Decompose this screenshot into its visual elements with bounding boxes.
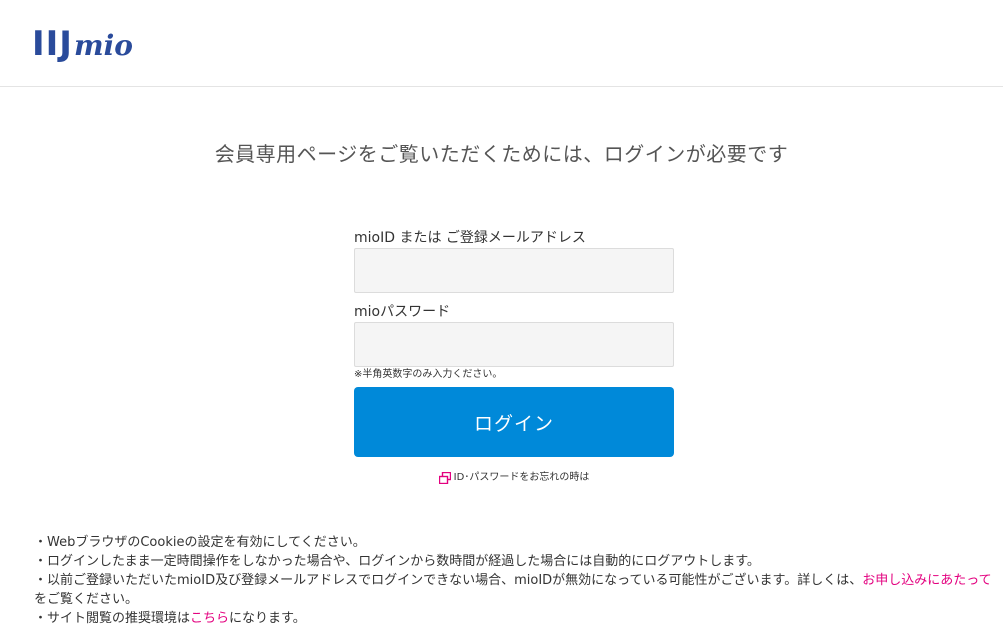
new-window-icon <box>438 472 451 484</box>
recommended-environment-link[interactable]: こちら <box>190 611 229 626</box>
password-input[interactable] <box>354 322 674 367</box>
note-bullet: ・ <box>34 554 48 569</box>
notes-list: ・WebブラウザのCookieの設定を有効にしてください。 ・ログインしたまま一… <box>34 533 994 628</box>
site-header: IIJ mio <box>0 0 1003 87</box>
note-text: をご覧ください。 <box>34 592 139 607</box>
page-title: 会員専用ページをご覧いただくためには、ログインが必要です <box>214 142 789 166</box>
application-guide-link[interactable]: お申し込みにあたって <box>862 573 991 588</box>
note-text: サイト閲覧の推奨環境は <box>47 611 191 626</box>
note-bullet: ・ <box>34 611 48 626</box>
iijmio-logo[interactable]: IIJ mio <box>32 24 133 64</box>
note-text: ログインしたまま一定時間操作をしなかった場合や、ログインから数時間が経過した場合… <box>47 554 760 569</box>
note-text: 以前ご登録いただいたmioID及び登録メールアドレスでログインできない場合、mi… <box>47 573 863 588</box>
logo-mio-text: mio <box>73 29 133 62</box>
note-text: になります。 <box>229 611 306 626</box>
login-button[interactable]: ログイン <box>354 387 674 457</box>
forgot-credentials-text: ID･パスワードをお忘れの時は <box>453 472 590 483</box>
note-item: ・WebブラウザのCookieの設定を有効にしてください。 <box>34 533 994 552</box>
password-hint: ※半角英数字のみ入力ください。 <box>354 369 503 380</box>
note-bullet: ・ <box>34 535 48 550</box>
id-email-input[interactable] <box>354 248 674 293</box>
note-item: ・ログインしたまま一定時間操作をしなかった場合や、ログインから数時間が経過した場… <box>34 552 994 571</box>
note-text: WebブラウザのCookieの設定を有効にしてください。 <box>47 535 366 550</box>
password-field-label: mioパスワード <box>354 304 451 320</box>
id-field-label: mioID または ご登録メールアドレス <box>354 230 586 246</box>
forgot-credentials-link[interactable]: ID･パスワードをお忘れの時は <box>438 471 590 485</box>
note-item: ・サイト閲覧の推奨環境はこちらになります。 <box>34 609 994 628</box>
forgot-credentials: ID･パスワードをお忘れの時は <box>354 471 674 485</box>
logo-iij-text: IIJ <box>32 24 73 64</box>
note-bullet: ・ <box>34 573 48 588</box>
note-item: ・以前ご登録いただいたmioID及び登録メールアドレスでログインできない場合、m… <box>34 571 994 609</box>
